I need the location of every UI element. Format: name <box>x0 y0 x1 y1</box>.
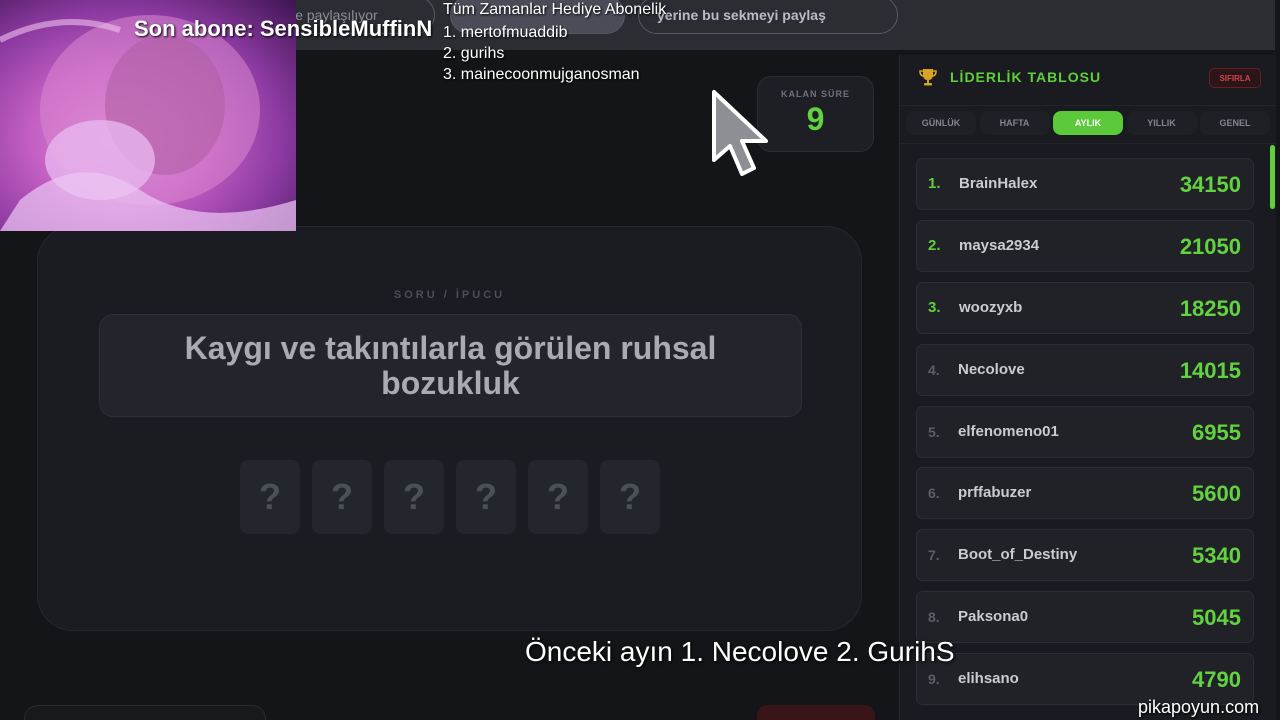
answer-tile: ? <box>600 460 660 534</box>
top-gifts-heading: Tüm Zamanlar Hediye Abonelik <box>443 1 667 18</box>
leaderboard-row: 6. prffabuzer 5600 <box>916 467 1254 520</box>
row-name: elfenomeno01 <box>958 422 1059 440</box>
tab-daily[interactable]: GÜNLÜK <box>906 111 976 135</box>
row-name: Paksona0 <box>958 608 1029 626</box>
reset-button[interactable]: SIFIRLA <box>1209 68 1261 88</box>
leaderboard-row: 4. Necolove 14015 <box>916 343 1254 396</box>
leaderboard-row: 8. Paksona0 5045 <box>916 591 1254 644</box>
row-score: 5045 <box>1192 605 1241 631</box>
row-name: maysa2934 <box>959 236 1040 254</box>
list-item: 2. gurihs <box>443 45 505 62</box>
leaderboard-row: 7. Boot_of_Destiny 5340 <box>916 529 1254 582</box>
bottom-input-area[interactable] <box>24 705 266 720</box>
answer-tile: ? <box>528 460 588 534</box>
leaderboard-row: 1. BrainHalex 34150 <box>916 158 1254 210</box>
tab-weekly[interactable]: HAFTA <box>979 111 1050 135</box>
row-name: BrainHalex <box>959 175 1038 192</box>
screen: ile paylaşılıyor yerine bu sekmeyi payla… <box>0 0 1280 720</box>
leaderboard-panel: LİDERLİK TABLOSU SIFIRLA GÜNLÜK HAFTA AY… <box>899 55 1276 720</box>
row-rank: 6. <box>928 485 940 502</box>
leaderboard-row: 3. woozyxb 18250 <box>916 281 1254 334</box>
row-score: 5340 <box>1192 543 1241 569</box>
answer-tile: ? <box>240 460 300 534</box>
period-tabs: GÜNLÜK HAFTA AYLIK YILLIK GENEL <box>906 111 1270 137</box>
row-rank: 3. <box>928 298 941 316</box>
leaderboard-row: 2. maysa2934 21050 <box>916 219 1254 272</box>
divider <box>900 105 1276 106</box>
row-rank: 7. <box>928 547 940 564</box>
tab-all-time[interactable]: GENEL <box>1200 111 1270 135</box>
bottom-action-button[interactable] <box>757 705 875 720</box>
row-name: Boot_of_Destiny <box>958 546 1078 564</box>
question-label: SORU / İPUCU <box>393 289 506 301</box>
row-name: elihsano <box>958 670 1019 688</box>
leaderboard-list: 1. BrainHalex 34150 2. maysa2934 21050 3… <box>916 158 1254 715</box>
row-score: 6955 <box>1192 419 1241 445</box>
mouse-pointer-icon <box>708 88 778 185</box>
row-name: woozyxb <box>959 298 1023 316</box>
row-rank: 4. <box>928 361 940 378</box>
question-text: Kaygı ve takıntılarla görülen ruhsal boz… <box>184 329 717 401</box>
list-item: 3. mainecoonmujganosman <box>443 66 640 83</box>
answer-tile: ? <box>456 460 516 534</box>
top-gifts-list: 1. mertofmuaddib 2. gurihs 3. mainecoonm… <box>443 22 640 85</box>
leaderboard-header: LİDERLİK TABLOSU <box>918 67 1101 87</box>
stream-subtitle: Önceki ayın 1. Necolove 2. GurihS <box>525 636 955 667</box>
trophy-icon <box>919 69 937 86</box>
list-item: 1. mertofmuaddib <box>443 24 568 41</box>
row-name: Necolove <box>958 360 1025 378</box>
answer-tiles: ? ? ? ? ? ? <box>240 460 660 534</box>
divider <box>900 143 1276 144</box>
leaderboard-scrollbar[interactable] <box>1270 145 1275 209</box>
leaderboard-title: LİDERLİK TABLOSU <box>950 69 1102 85</box>
tab-yearly[interactable]: YILLIK <box>1126 111 1197 135</box>
row-rank: 8. <box>928 609 940 626</box>
tab-monthly[interactable]: AYLIK <box>1053 111 1123 135</box>
answer-tile: ? <box>384 460 444 534</box>
watermark: pikapoyun.com <box>1138 697 1260 717</box>
row-rank: 2. <box>928 236 941 254</box>
row-score: 5600 <box>1192 481 1241 507</box>
row-score: 18250 <box>1179 295 1241 321</box>
answer-tile: ? <box>312 460 372 534</box>
row-rank: 5. <box>928 423 940 440</box>
row-rank: 1. <box>928 175 941 192</box>
question-card: SORU / İPUCU Kaygı ve takıntılarla görül… <box>37 226 862 631</box>
row-score: 21050 <box>1179 233 1241 259</box>
last-subscriber-label: Son abone: SensibleMuffinN <box>134 16 433 41</box>
leaderboard-row: 5. elfenomeno01 6955 <box>916 405 1254 458</box>
question-box: Kaygı ve takıntılarla görülen ruhsal boz… <box>99 314 802 417</box>
share-this-tab-button[interactable]: yerine bu sekmeyi paylaş <box>638 0 898 34</box>
row-name: prffabuzer <box>958 484 1032 502</box>
row-score: 34150 <box>1179 172 1241 197</box>
row-score: 14015 <box>1179 357 1241 383</box>
